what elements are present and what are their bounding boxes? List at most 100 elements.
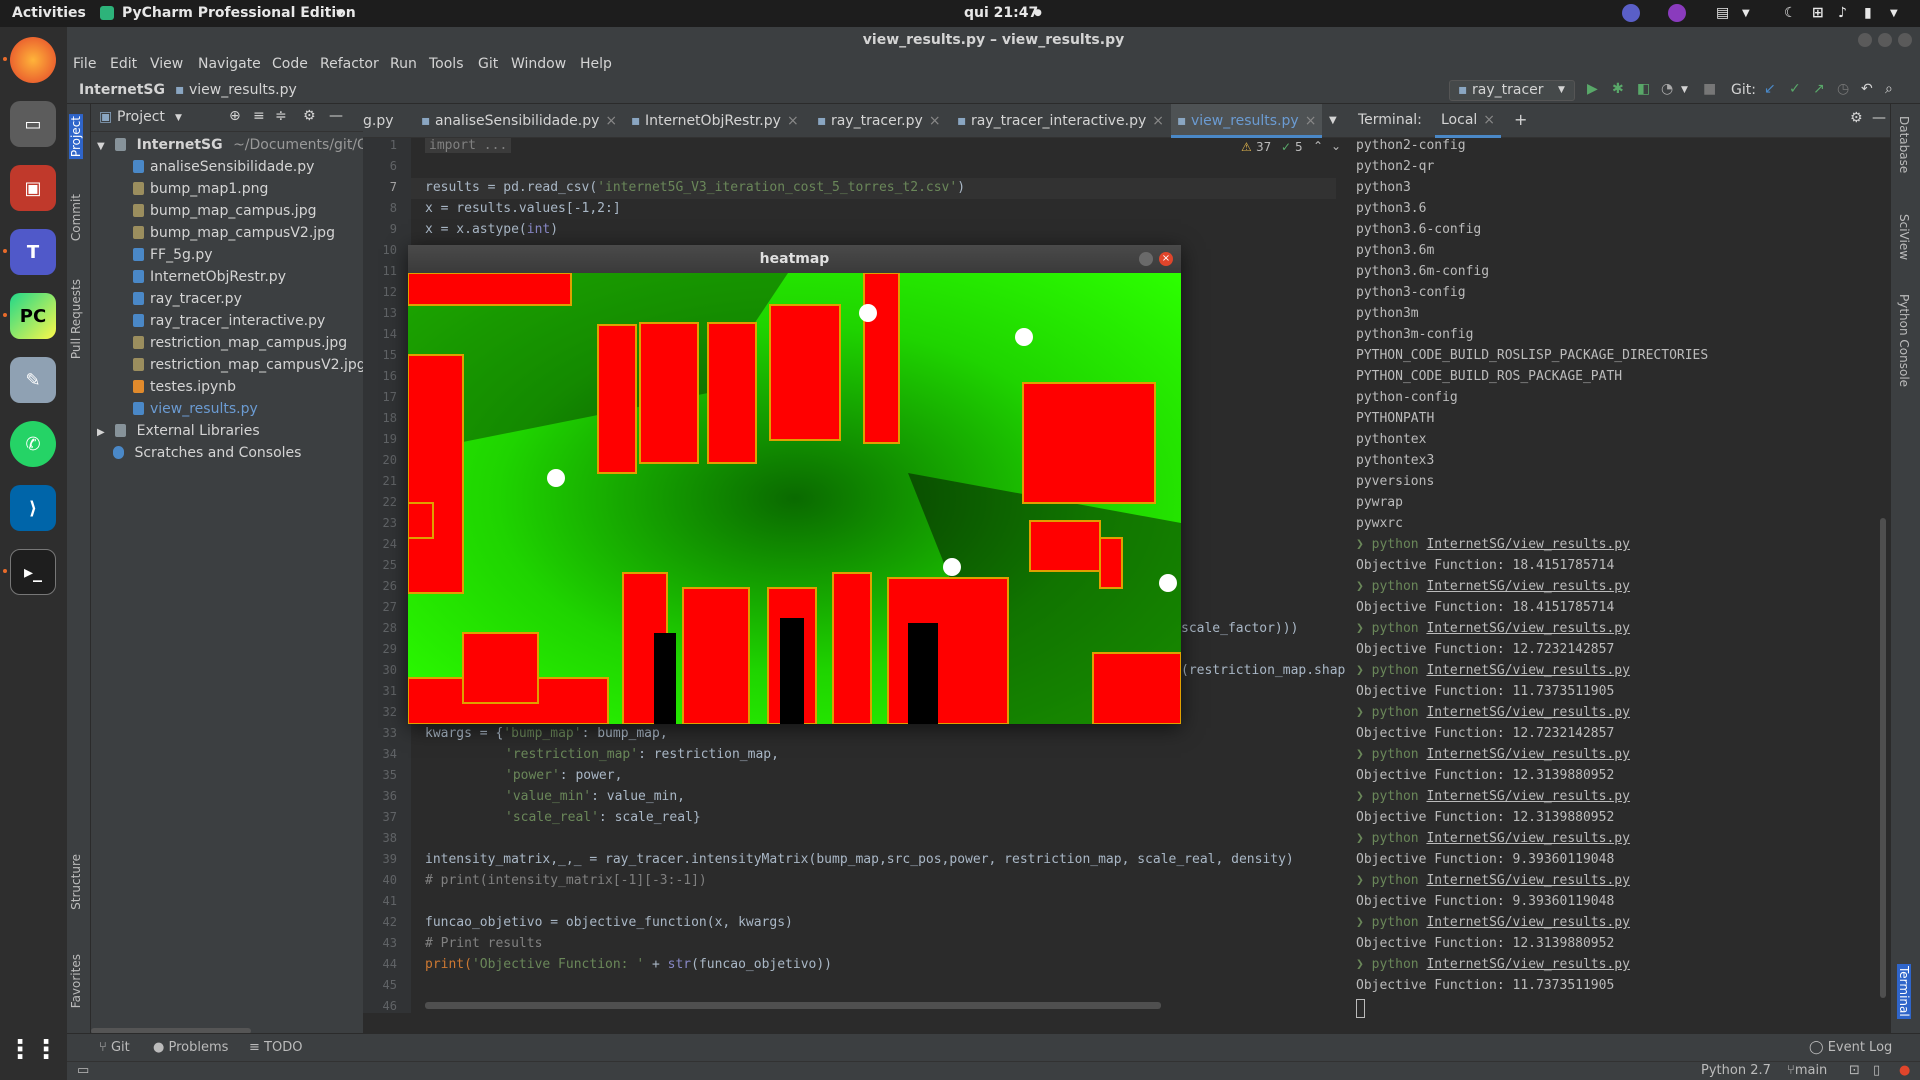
menu-refactor[interactable]: Refactor <box>320 56 379 72</box>
close-tab-icon[interactable]: × <box>1152 113 1164 129</box>
search-icon[interactable]: ⌕ <box>1885 81 1893 97</box>
horizontal-scrollbar[interactable] <box>425 1002 1161 1009</box>
problems-tool-button[interactable]: ● Problems <box>153 1040 228 1055</box>
tree-file[interactable]: FF_5g.py <box>133 244 213 266</box>
git-tool-button[interactable]: ⑂ Git <box>99 1040 130 1055</box>
maximize-icon[interactable] <box>1878 33 1892 47</box>
hide-icon[interactable]: — <box>329 108 343 124</box>
collapse-all-icon[interactable]: ≑ <box>275 108 287 124</box>
tab-ray-tracer-interactive[interactable]: ▪ ray_tracer_interactive.py × <box>957 104 1164 138</box>
git-commit-icon[interactable]: ✓ <box>1789 81 1801 97</box>
heatmap-minimize-icon[interactable] <box>1139 252 1153 266</box>
firefox-tray-icon[interactable] <box>1668 4 1686 22</box>
menu-view[interactable]: View <box>150 56 183 72</box>
menu-navigate[interactable]: Navigate <box>198 56 261 72</box>
error-indicator-icon[interactable]: ● <box>1899 1063 1910 1078</box>
expand-all-icon[interactable]: ≡ <box>253 108 265 124</box>
menu-window[interactable]: Window <box>511 56 566 72</box>
vscode-icon[interactable]: ⟩ <box>10 485 56 531</box>
whatsapp-icon[interactable]: ✆ <box>10 421 56 467</box>
heatmap-close-icon[interactable]: × <box>1159 252 1173 266</box>
clock[interactable]: qui 21:47 <box>964 5 1038 21</box>
menu-code[interactable]: Code <box>272 56 308 72</box>
close-icon[interactable] <box>1898 33 1912 47</box>
close-tab-icon[interactable]: × <box>605 113 617 129</box>
rollback-icon[interactable]: ↶ <box>1861 81 1873 97</box>
locate-icon[interactable]: ⊕ <box>229 108 241 124</box>
tree-file[interactable]: ray_tracer.py <box>133 288 242 310</box>
pycharm-icon[interactable]: PC <box>10 293 56 339</box>
network-icon[interactable]: ⊞ <box>1812 5 1824 21</box>
debug-icon[interactable]: ✱ <box>1612 81 1624 97</box>
terminal-icon[interactable]: ▸_ <box>10 549 56 595</box>
night-light-icon[interactable]: ☾ <box>1784 5 1797 21</box>
show-applications-icon[interactable]: ⋮⋮ <box>7 1027 59 1073</box>
gear-icon[interactable]: ⚙ <box>303 108 316 124</box>
firefox-icon[interactable] <box>10 37 56 83</box>
gear-icon[interactable]: ⚙ <box>1850 110 1863 126</box>
tree-file[interactable]: bump_map_campusV2.jpg <box>133 222 335 244</box>
git-push-icon[interactable]: ↗ <box>1813 81 1825 97</box>
tool-commit[interactable]: Commit <box>69 194 83 241</box>
tab-partial[interactable]: g.py <box>363 104 394 138</box>
menu-file[interactable]: File <box>73 56 96 72</box>
lock-icon[interactable]: ⊡ <box>1849 1063 1860 1078</box>
git-branch-selector[interactable]: ⑂main <box>1787 1063 1827 1078</box>
menu-run[interactable]: Run <box>390 56 417 72</box>
inspection-widget[interactable]: ⚠ 37 ✓ 5 ⌃ ⌄ <box>1241 138 1346 158</box>
breadcrumb-file[interactable]: view_results.py <box>189 82 297 98</box>
memory-indicator-icon[interactable]: ▯ <box>1873 1063 1880 1078</box>
tool-sciview[interactable]: SciView <box>1897 214 1911 260</box>
breadcrumb-project[interactable]: InternetSG <box>79 82 165 98</box>
run-config-select[interactable]: ▪ ray_tracer ▼ <box>1449 80 1575 101</box>
tree-external-libraries[interactable]: ▶ External Libraries <box>97 420 260 442</box>
toggle-tool-windows-icon[interactable]: ▭ <box>77 1063 89 1078</box>
tree-file[interactable]: InternetObjRestr.py <box>133 266 286 288</box>
tool-pull-requests[interactable]: Pull Requests <box>69 279 83 359</box>
tree-file[interactable]: restriction_map_campus.jpg <box>133 332 347 354</box>
terminal-output[interactable]: python2-config python2-qr python3 python… <box>1350 138 1890 1033</box>
clipboard-icon[interactable]: ▤ <box>1716 5 1729 21</box>
tab-internet-obj-restr[interactable]: ▪ InternetObjRestr.py × <box>631 104 799 138</box>
close-tab-icon[interactable]: × <box>1483 112 1495 128</box>
tree-file[interactable]: testes.ipynb <box>133 376 236 398</box>
tab-ray-tracer[interactable]: ▪ ray_tracer.py × <box>817 104 941 138</box>
close-tab-icon[interactable]: × <box>929 113 941 129</box>
tool-terminal[interactable]: Terminal <box>1897 964 1911 1019</box>
next-highlight-icon[interactable]: ⌄ <box>1331 139 1341 153</box>
teams-icon[interactable]: T <box>10 229 56 275</box>
tab-list-chevron-icon[interactable]: ▼ <box>1329 115 1337 126</box>
history-icon[interactable]: ◷ <box>1837 81 1849 97</box>
heatmap-window[interactable]: heatmap × <box>408 245 1181 724</box>
teams-tray-icon[interactable] <box>1622 4 1640 22</box>
hide-icon[interactable]: — <box>1872 110 1886 126</box>
volume-icon[interactable]: ♪ <box>1838 5 1847 21</box>
tab-analise-sensibilidade[interactable]: ▪ analiseSensibilidade.py × <box>421 104 617 138</box>
tree-root[interactable]: ▼ InternetSG ~/Documents/git/Ot <box>97 134 374 156</box>
stop-icon[interactable]: ■ <box>1703 81 1716 97</box>
tree-scratches[interactable]: Scratches and Consoles <box>113 442 301 464</box>
tree-file[interactable]: bump_map1.png <box>133 178 268 200</box>
menu-git[interactable]: Git <box>478 56 498 72</box>
tool-project[interactable]: Project <box>69 114 83 160</box>
previous-highlight-icon[interactable]: ⌃ <box>1313 139 1323 153</box>
menu-edit[interactable]: Edit <box>110 56 137 72</box>
menu-help[interactable]: Help <box>580 56 612 72</box>
tab-view-results-active[interactable]: ▪ view_results.py × <box>1171 104 1323 138</box>
tool-structure[interactable]: Structure <box>69 854 83 910</box>
files-icon[interactable]: ▭ <box>10 101 56 147</box>
tool-database[interactable]: Database <box>1897 116 1911 173</box>
run-icon[interactable]: ▶ <box>1587 81 1598 97</box>
event-log-button[interactable]: ◯ Event Log <box>1809 1040 1892 1055</box>
close-tab-icon[interactable]: × <box>787 113 799 129</box>
heatmap-title-bar[interactable]: heatmap <box>408 245 1181 273</box>
activities-button[interactable]: Activities <box>12 5 86 21</box>
screen-recorder-icon[interactable]: ▣ <box>10 165 56 211</box>
tree-file-selected[interactable]: view_results.py <box>133 398 258 420</box>
tree-file[interactable]: ray_tracer_interactive.py <box>133 310 325 332</box>
menu-tools[interactable]: Tools <box>429 56 464 72</box>
minimize-icon[interactable] <box>1858 33 1872 47</box>
profile-icon[interactable]: ◔ <box>1661 81 1673 97</box>
tree-file[interactable]: bump_map_campus.jpg <box>133 200 316 222</box>
tree-file[interactable]: analiseSensibilidade.py <box>133 156 314 178</box>
